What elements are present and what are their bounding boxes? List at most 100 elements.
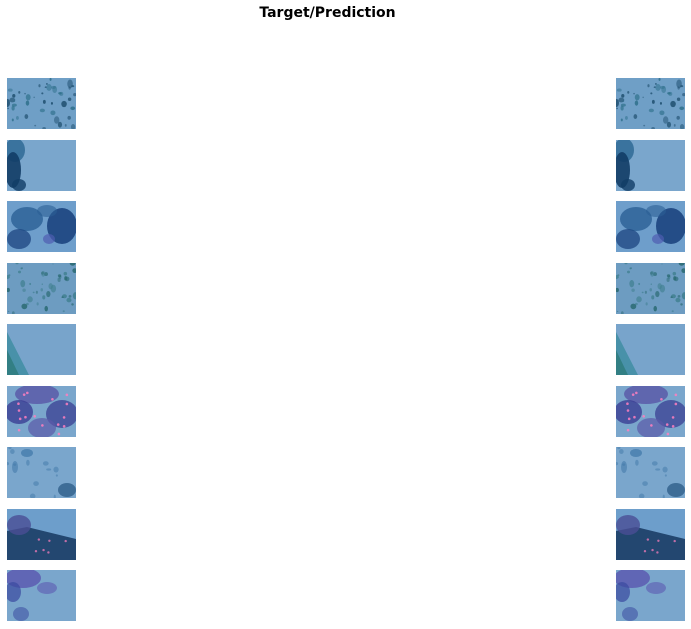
tile-blob bbox=[650, 283, 652, 285]
tile-blob bbox=[630, 303, 637, 309]
tile-blob bbox=[52, 262, 54, 264]
tile-blob bbox=[17, 408, 21, 412]
tile-svg bbox=[7, 139, 76, 191]
tile-blob bbox=[41, 271, 44, 275]
tile-blob bbox=[12, 94, 16, 98]
tile-svg bbox=[7, 324, 76, 375]
tile-blob bbox=[620, 118, 623, 122]
tile-blob bbox=[626, 401, 629, 405]
tile-svg bbox=[616, 139, 685, 191]
tile-blob bbox=[633, 92, 635, 95]
tile-blob bbox=[58, 483, 76, 497]
tile-svg bbox=[7, 385, 76, 437]
tile-blob bbox=[17, 401, 20, 405]
tile-blob bbox=[67, 115, 71, 120]
tile-blob bbox=[644, 290, 647, 294]
tile-blob bbox=[679, 106, 685, 111]
tile-blob bbox=[22, 392, 26, 396]
tile-blob bbox=[659, 101, 662, 105]
tile-blob bbox=[675, 297, 681, 302]
tile-blob bbox=[671, 424, 675, 428]
tile-blob bbox=[655, 83, 657, 85]
tile-blob bbox=[661, 85, 667, 94]
tile-blob bbox=[18, 90, 21, 94]
tile-blob bbox=[634, 100, 639, 106]
tile-blob bbox=[616, 229, 640, 249]
tile-blob bbox=[651, 99, 655, 104]
tile-blob bbox=[34, 549, 38, 552]
tile-blob bbox=[65, 402, 69, 405]
tile-blob bbox=[57, 276, 61, 282]
tile-blob bbox=[39, 108, 45, 113]
tile-blob bbox=[7, 514, 31, 535]
tile-blob bbox=[650, 423, 653, 427]
tile-blob bbox=[666, 432, 670, 435]
tile-svg bbox=[616, 324, 685, 375]
tile-blob bbox=[12, 461, 18, 473]
tile-blob bbox=[638, 282, 641, 285]
tile-blob bbox=[657, 539, 660, 542]
tile-blob bbox=[653, 305, 657, 311]
tile-blob bbox=[629, 266, 632, 269]
tile-blob bbox=[627, 417, 631, 420]
tile-blob bbox=[46, 468, 52, 471]
tile-blob bbox=[34, 124, 37, 127]
figure: Target/Prediction bbox=[0, 0, 691, 629]
tile-blob bbox=[46, 83, 48, 85]
figure-title: Target/Prediction bbox=[259, 5, 396, 21]
tile-svg bbox=[616, 201, 685, 252]
tile-svg bbox=[616, 78, 685, 129]
prediction-image bbox=[616, 201, 685, 252]
tile-blob bbox=[26, 391, 29, 394]
tile-blob bbox=[50, 110, 56, 116]
tile-svg bbox=[7, 570, 76, 621]
prediction-image bbox=[616, 324, 685, 375]
tile-blob bbox=[621, 461, 627, 473]
tile-blob bbox=[616, 514, 640, 535]
tile-blob bbox=[635, 459, 639, 466]
target-image bbox=[7, 201, 76, 252]
tile-blob bbox=[58, 92, 62, 95]
tile-blob bbox=[57, 273, 62, 277]
tile-blob bbox=[53, 466, 59, 473]
tile-svg bbox=[616, 570, 685, 621]
tile-blob bbox=[44, 305, 48, 311]
tile-blob bbox=[674, 393, 678, 396]
tile-blob bbox=[7, 107, 9, 110]
tile-blob bbox=[17, 428, 21, 431]
tile-blob bbox=[619, 449, 624, 454]
tile-blob bbox=[7, 229, 31, 249]
tile-blob bbox=[47, 550, 50, 554]
tile-blob bbox=[35, 290, 38, 294]
tile-blob bbox=[616, 88, 622, 92]
tile-blob bbox=[7, 88, 13, 92]
tile-blob bbox=[652, 234, 664, 244]
tile-blob bbox=[676, 97, 681, 102]
tile-blob bbox=[664, 474, 667, 477]
tile-blob bbox=[643, 549, 647, 552]
tile-blob bbox=[626, 270, 631, 273]
tile-blob bbox=[37, 205, 57, 217]
tile-blob bbox=[42, 548, 45, 551]
tile-blob bbox=[25, 100, 30, 106]
tile-blob bbox=[21, 449, 33, 457]
tile-blob bbox=[672, 271, 677, 275]
tile-blob bbox=[27, 295, 33, 302]
tile-blob bbox=[636, 295, 642, 302]
tile-blob bbox=[680, 302, 683, 306]
tile-blob bbox=[33, 414, 36, 418]
tile-blob bbox=[647, 84, 650, 88]
tile-blob bbox=[646, 582, 666, 594]
target-image bbox=[7, 139, 76, 191]
tile-blob bbox=[651, 548, 654, 551]
tile-blob bbox=[25, 94, 31, 101]
tile-blob bbox=[52, 85, 58, 94]
tile-blob bbox=[643, 124, 646, 127]
tile-blob bbox=[41, 92, 44, 95]
tile-blob bbox=[48, 539, 51, 542]
tile-blob bbox=[649, 287, 653, 291]
tile-blob bbox=[64, 123, 67, 127]
tile-blob bbox=[67, 79, 73, 89]
tile-blob bbox=[621, 94, 625, 98]
tile-blob bbox=[673, 276, 679, 281]
